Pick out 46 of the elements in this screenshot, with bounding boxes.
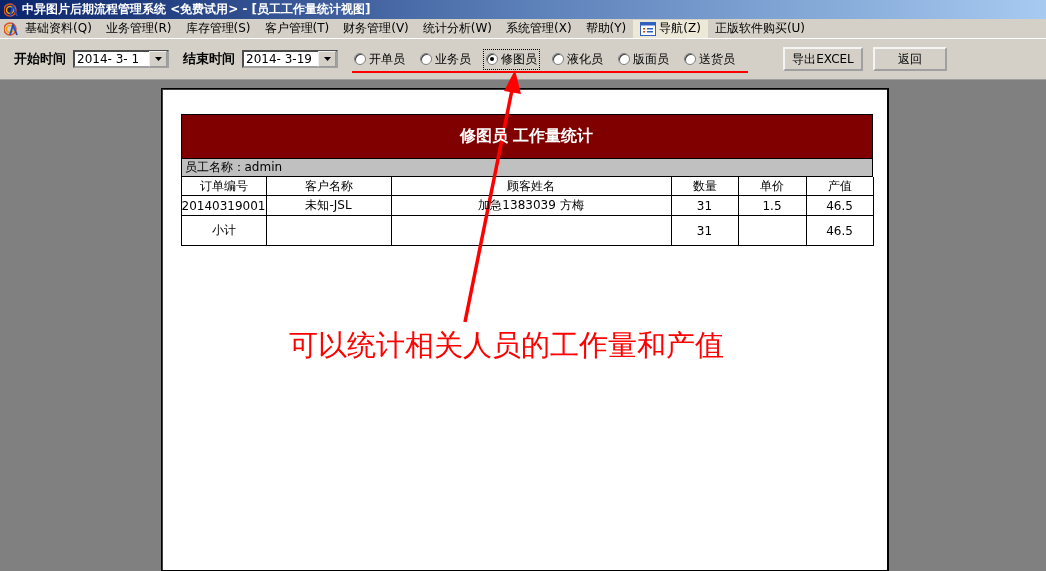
menu-item[interactable]: 客户管理(T) bbox=[257, 19, 337, 38]
menu-item[interactable]: 帮助(Y) bbox=[578, 19, 634, 38]
column-header: 顾客姓名 bbox=[391, 177, 672, 196]
date-dropdown[interactable]: 2014- 3- 1 bbox=[73, 50, 169, 68]
app-logo-icon bbox=[4, 2, 18, 17]
column-header: 客户名称 bbox=[266, 177, 392, 196]
empty-cell bbox=[738, 216, 807, 246]
column-header: 数量 bbox=[671, 177, 739, 196]
app-logo-icon bbox=[4, 21, 18, 36]
filter-label: 结束时间 bbox=[183, 50, 235, 68]
table-cell: 未知-JSL bbox=[266, 196, 392, 216]
role-radio[interactable]: 修图员 bbox=[484, 49, 539, 69]
annotation-text: 可以统计相关人员的工作量和产值 bbox=[289, 327, 724, 363]
table-cell: 1.5 bbox=[738, 196, 807, 216]
column-header: 产值 bbox=[806, 177, 874, 196]
caret-icon bbox=[323, 57, 331, 61]
role-radio[interactable]: 送货员 bbox=[682, 49, 737, 69]
list-window-icon bbox=[640, 21, 657, 36]
column-header: 单价 bbox=[738, 177, 807, 196]
role-radio[interactable]: 液化员 bbox=[550, 49, 605, 69]
window-title: 中异图片后期流程管理系统 <免费试用> - [员工工作量统计视图] bbox=[22, 1, 371, 18]
menu-item[interactable]: 库存管理(S) bbox=[178, 19, 258, 38]
menu-item[interactable]: 财务管理(V) bbox=[336, 19, 416, 38]
subtotal-label: 小计 bbox=[181, 216, 267, 246]
date-dropdown[interactable]: 2014- 3-19 bbox=[242, 50, 338, 68]
toolbar-button[interactable]: 返回 bbox=[873, 47, 947, 71]
menu-item[interactable]: 基础资料(Q) bbox=[18, 19, 99, 38]
role-radio[interactable]: 版面员 bbox=[616, 49, 671, 69]
menu-item[interactable]: 系统管理(X) bbox=[499, 19, 579, 38]
table-cell: 20140319001 bbox=[181, 196, 267, 216]
caret-icon bbox=[154, 57, 162, 61]
toolbar-button[interactable]: 导出EXCEL bbox=[783, 47, 863, 71]
table-cell: 31 bbox=[671, 216, 739, 246]
employee-name: 员工名称：admin bbox=[180, 159, 873, 177]
role-radio[interactable]: 开单员 bbox=[352, 49, 407, 69]
table-cell: 46.5 bbox=[806, 216, 874, 246]
role-radio[interactable]: 业务员 bbox=[418, 49, 473, 69]
column-header: 订单编号 bbox=[181, 177, 267, 196]
menu-item[interactable]: 正版软件购买(U) bbox=[707, 19, 813, 38]
table-cell: 31 bbox=[671, 196, 739, 216]
menu-item[interactable]: 业务管理(R) bbox=[98, 19, 179, 38]
menu-item[interactable]: 统计分析(W) bbox=[415, 19, 499, 38]
menu-item[interactable]: 导航(Z) bbox=[633, 19, 708, 38]
table-cell: 46.5 bbox=[806, 196, 874, 216]
report-title: 修图员 工作量统计 bbox=[180, 114, 873, 159]
filter-label: 开始时间 bbox=[14, 50, 66, 68]
